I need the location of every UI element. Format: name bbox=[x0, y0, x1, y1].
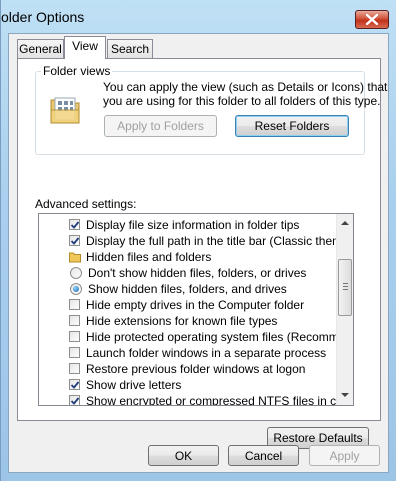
unchecked-checkbox[interactable] bbox=[69, 299, 80, 310]
folder-icon bbox=[69, 252, 81, 263]
setting-label: Hide extensions for known file types bbox=[86, 314, 278, 328]
close-button[interactable] bbox=[355, 10, 389, 29]
setting-label: Don't show hidden files, folders, or dri… bbox=[88, 266, 307, 280]
setting-checkbox-row[interactable]: Display the full path in the title bar (… bbox=[39, 233, 353, 249]
folder-options-window: older Options General View Search Folder… bbox=[0, 0, 396, 481]
setting-radio-row[interactable]: Show hidden files, folders, and drives bbox=[39, 281, 329, 297]
reset-folders-button[interactable]: Reset Folders bbox=[235, 115, 349, 137]
advanced-settings-list[interactable]: Display file size information in folder … bbox=[38, 213, 354, 406]
unselected-radio[interactable] bbox=[70, 267, 82, 279]
check-mark-icon bbox=[70, 381, 80, 389]
scroll-thumb[interactable] bbox=[338, 259, 352, 316]
setting-label: Show hidden files, folders, and drives bbox=[88, 282, 287, 296]
setting-checkbox-row[interactable]: Hide protected operating system files (R… bbox=[39, 329, 353, 345]
setting-checkbox-row[interactable]: Show encrypted or compressed NTFS files … bbox=[39, 393, 353, 405]
window-title: older Options bbox=[1, 9, 85, 25]
setting-checkbox-row[interactable]: Hide extensions for known file types bbox=[39, 313, 329, 329]
tab-search[interactable]: Search bbox=[107, 39, 153, 58]
dialog-client-area: General View Search Folder views You can… bbox=[8, 33, 389, 473]
check-mark-icon bbox=[70, 221, 80, 229]
setting-checkbox-row[interactable]: Show drive letters bbox=[39, 377, 329, 393]
tab-general-label: General bbox=[19, 42, 62, 56]
check-mark-icon bbox=[70, 397, 80, 405]
scroll-down-icon[interactable] bbox=[340, 390, 350, 400]
setting-checkbox-row[interactable]: Display file size information in folder … bbox=[39, 217, 329, 233]
setting-folder-row: Hidden files and folders bbox=[39, 249, 329, 265]
cancel-button[interactable]: Cancel bbox=[228, 445, 299, 466]
folder-views-description-line1: You can apply the view (such as Details … bbox=[103, 80, 388, 94]
ok-button[interactable]: OK bbox=[148, 445, 219, 466]
advanced-settings-label: Advanced settings: bbox=[35, 197, 137, 211]
apply-button[interactable]: Apply bbox=[309, 445, 380, 466]
setting-checkbox-row[interactable]: Hide empty drives in the Computer folder bbox=[39, 297, 329, 313]
checked-checkbox[interactable] bbox=[69, 379, 80, 390]
setting-label: Hidden files and folders bbox=[86, 250, 212, 264]
checked-checkbox[interactable] bbox=[69, 219, 80, 230]
setting-label: Display the full path in the title bar (… bbox=[86, 234, 354, 248]
title-bar[interactable]: older Options bbox=[1, 0, 396, 34]
folder-views-description-line2: you are using for this folder to all fol… bbox=[103, 94, 381, 108]
setting-checkbox-row[interactable]: Launch folder windows in a separate proc… bbox=[39, 345, 329, 361]
folder-view-icon bbox=[50, 97, 80, 124]
advanced-scrollbar[interactable] bbox=[336, 214, 353, 405]
view-tab-panel: Folder views You can apply the view (suc… bbox=[17, 58, 388, 449]
setting-label: Hide protected operating system files (R… bbox=[86, 330, 354, 344]
check-mark-icon bbox=[70, 237, 80, 245]
setting-label: Hide empty drives in the Computer folder bbox=[86, 298, 305, 312]
tab-general[interactable]: General bbox=[17, 39, 64, 58]
tab-view-label: View bbox=[72, 39, 98, 53]
setting-label: Restore previous folder windows at logon bbox=[86, 362, 306, 376]
folder-views-group: Folder views You can apply the view (suc… bbox=[35, 64, 388, 155]
scroll-up-icon[interactable] bbox=[340, 218, 350, 228]
unchecked-checkbox[interactable] bbox=[69, 331, 80, 342]
setting-label: Show encrypted or compressed NTFS files … bbox=[86, 394, 354, 406]
checked-checkbox[interactable] bbox=[69, 235, 80, 246]
tab-view[interactable]: View bbox=[64, 36, 106, 59]
unchecked-checkbox[interactable] bbox=[69, 363, 80, 374]
setting-label: Show drive letters bbox=[86, 378, 182, 392]
unchecked-checkbox[interactable] bbox=[69, 315, 80, 326]
setting-label: Launch folder windows in a separate proc… bbox=[86, 346, 327, 360]
apply-to-folders-button[interactable]: Apply to Folders bbox=[104, 115, 217, 137]
setting-checkbox-row[interactable]: Restore previous folder windows at logon bbox=[39, 361, 329, 377]
selected-radio[interactable] bbox=[70, 283, 82, 295]
unchecked-checkbox[interactable] bbox=[69, 347, 80, 358]
folder-views-label: Folder views bbox=[41, 64, 113, 78]
setting-radio-row[interactable]: Don't show hidden files, folders, or dri… bbox=[39, 265, 329, 281]
tab-search-label: Search bbox=[110, 42, 150, 56]
setting-label: Display file size information in folder … bbox=[86, 218, 300, 232]
close-icon bbox=[366, 14, 378, 25]
checked-checkbox[interactable] bbox=[69, 395, 80, 405]
